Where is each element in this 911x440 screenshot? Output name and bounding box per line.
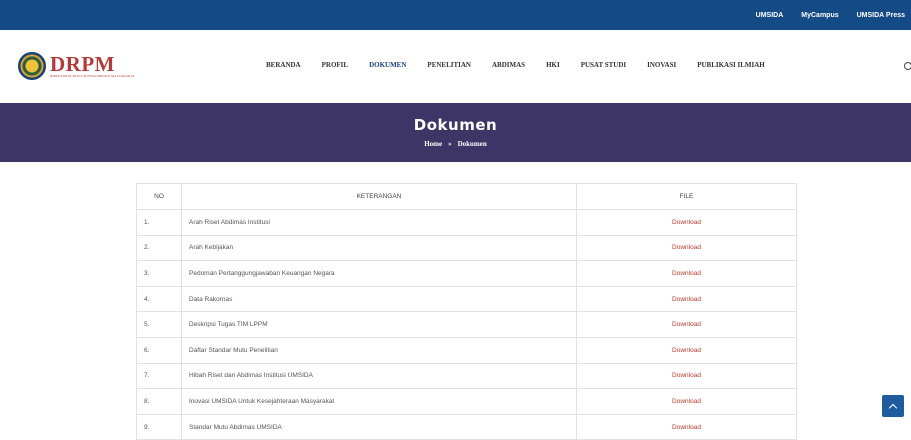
header-keterangan: KETERANGAN	[181, 183, 577, 210]
table-row: 4. Data Rakornas Download	[136, 285, 797, 313]
nav-item-hki[interactable]: HKI	[546, 61, 560, 69]
row-keterangan: Inovasi UMSIDA Untuk Kesejahteraan Masya…	[181, 388, 577, 415]
row-no: 3.	[136, 260, 182, 287]
top-link-umsida[interactable]: UMSIDA	[756, 12, 784, 19]
page-title: Dokumen	[413, 116, 498, 134]
page-banner: Dokumen Home » Dokumen	[0, 103, 911, 162]
download-link[interactable]: Download	[576, 413, 797, 440]
nav-item-profil[interactable]: PROFIL	[322, 61, 348, 69]
nav-item-inovasi[interactable]: INOVASI	[647, 61, 676, 69]
row-no: 6.	[136, 336, 182, 364]
download-link[interactable]: Download	[576, 362, 797, 390]
documents-table-wrapper: NO KETERANGAN FILE 1. Arah Riset Abdimas…	[136, 183, 797, 440]
search-icon[interactable]	[904, 62, 911, 70]
table-row: 2. Arah Kebijakan Download	[136, 234, 797, 262]
row-keterangan: Arah Kebijakan	[181, 234, 577, 262]
download-link[interactable]: Download	[576, 388, 797, 415]
logo-text: DRPM DIREKTORAT RISET & PENGABDIAN MASYA…	[50, 51, 135, 79]
main-nav: BERANDA PROFIL DOKUMEN PENELITIAN ABDIMA…	[266, 61, 786, 69]
top-link-mycampus[interactable]: MyCampus	[801, 12, 838, 19]
table-row: 9. Standar Mutu Abdimas UMSIDA Download	[136, 413, 797, 440]
breadcrumb: Home » Dokumen	[0, 140, 911, 148]
row-no: 1.	[136, 209, 182, 236]
logo-title: DRPM	[50, 51, 115, 76]
breadcrumb-separator: »	[448, 140, 452, 148]
site-logo[interactable]: DRPM DIREKTORAT RISET & PENGABDIAN MASYA…	[18, 52, 135, 80]
site-header: DRPM DIREKTORAT RISET & PENGABDIAN MASYA…	[0, 30, 911, 103]
nav-item-pusat-studi[interactable]: PUSAT STUDI	[581, 61, 626, 69]
table-row: 1. Arah Riset Abdimas Institusi Download	[136, 209, 797, 236]
top-link-umsida-press[interactable]: UMSIDA Press	[857, 12, 905, 19]
row-keterangan: Arah Riset Abdimas Institusi	[181, 209, 577, 236]
table-row: 5. Deskripsi Tugas TIM LPPM Download	[136, 311, 797, 338]
breadcrumb-current: Dokumen	[457, 140, 487, 148]
table-row: 7. Hibah Riset dan Abdimas Institusi UMS…	[136, 362, 797, 390]
download-link[interactable]: Download	[576, 209, 797, 236]
row-keterangan: Deskripsi Tugas TIM LPPM	[181, 311, 577, 338]
row-no: 4.	[136, 285, 182, 313]
logo-subtitle: DIREKTORAT RISET & PENGABDIAN MASYARAKAT	[50, 73, 135, 78]
nav-item-beranda[interactable]: BERANDA	[266, 61, 301, 69]
university-emblem-icon	[18, 52, 46, 80]
row-no: 7.	[136, 362, 182, 390]
download-link[interactable]: Download	[576, 285, 797, 313]
nav-item-abdimas[interactable]: ABDIMAS	[492, 61, 525, 69]
row-keterangan: Pedoman Pertanggungjawaban Keuangan Nega…	[181, 260, 577, 287]
table-row: 8. Inovasi UMSIDA Untuk Kesejahteraan Ma…	[136, 388, 797, 415]
row-no: 5.	[136, 311, 182, 338]
header-no: NO	[136, 183, 182, 210]
row-no: 8.	[136, 388, 182, 415]
top-bar: UMSIDA MyCampus UMSIDA Press	[0, 0, 911, 30]
table-row: 6. Daftar Standar Mutu Penelitian Downlo…	[136, 336, 797, 364]
scroll-to-top-button[interactable]	[882, 395, 904, 417]
nav-item-penelitian[interactable]: PENELITIAN	[427, 61, 471, 69]
table-row: 3. Pedoman Pertanggungjawaban Keuangan N…	[136, 260, 797, 287]
row-keterangan: Hibah Riset dan Abdimas Institusi UMSIDA	[181, 362, 577, 390]
download-link[interactable]: Download	[576, 336, 797, 364]
header-file: FILE	[576, 183, 797, 210]
row-keterangan: Daftar Standar Mutu Penelitian	[181, 336, 577, 364]
breadcrumb-home[interactable]: Home	[424, 140, 442, 148]
nav-item-dokumen[interactable]: DOKUMEN	[369, 61, 406, 69]
top-links: UMSIDA MyCampus UMSIDA Press	[756, 0, 905, 30]
download-link[interactable]: Download	[576, 234, 797, 262]
row-no: 2.	[136, 234, 182, 262]
row-keterangan: Standar Mutu Abdimas UMSIDA	[181, 413, 577, 440]
nav-item-publikasi-ilmiah[interactable]: PUBLIKASI ILMIAH	[697, 61, 764, 69]
download-link[interactable]: Download	[576, 260, 797, 287]
documents-table: NO KETERANGAN FILE 1. Arah Riset Abdimas…	[136, 183, 797, 440]
row-no: 9.	[136, 413, 182, 440]
download-link[interactable]: Download	[576, 311, 797, 338]
row-keterangan: Data Rakornas	[181, 285, 577, 313]
table-header-row: NO KETERANGAN FILE	[136, 183, 797, 210]
chevron-up-icon	[888, 403, 898, 412]
